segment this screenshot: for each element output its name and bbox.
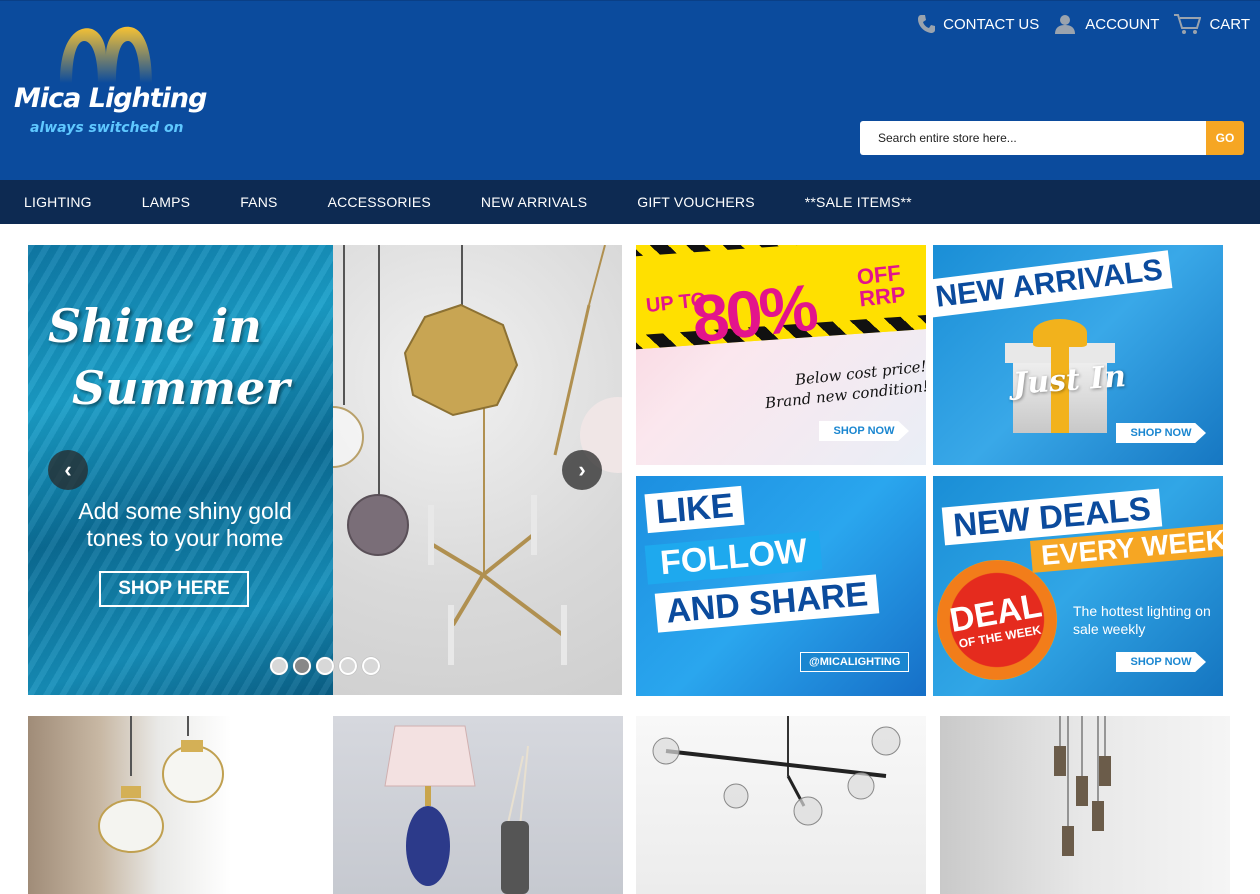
hero-title-line1: Shine in (48, 299, 262, 353)
nav-item-accessories[interactable]: ACCESSORIES (328, 194, 431, 210)
cart-link[interactable]: CART (1173, 13, 1250, 35)
hero-subtitle: Add some shiny gold tones to your home (78, 498, 292, 551)
pendant-lights-image (98, 716, 224, 853)
cart-icon (1174, 14, 1202, 34)
product-tile-pendant-wall[interactable] (28, 716, 318, 894)
search-input[interactable] (860, 121, 1206, 155)
contact-link[interactable]: CONTACT US (917, 14, 1039, 34)
hero-title-line2: Summer (72, 361, 290, 415)
new-arrivals-title: NEW ARRIVALS (933, 250, 1173, 318)
slider-dot[interactable] (270, 657, 288, 675)
nav-item-lamps[interactable]: LAMPS (142, 194, 190, 210)
search-button[interactable]: GO (1206, 121, 1244, 155)
promo-new-arrivals-tile[interactable]: NEW ARRIVALS Just In SHOP NOW (933, 245, 1223, 465)
slider-dot[interactable] (316, 657, 334, 675)
top-links: CONTACT US ACCOUNT CART (917, 13, 1250, 35)
site-header: Mica Lighting always switched on CONTACT… (0, 0, 1260, 180)
search-bar: GO (860, 121, 1244, 155)
brand-name: Mica Lighting (14, 83, 207, 114)
brand-tagline: always switched on (30, 120, 184, 136)
logo[interactable]: Mica Lighting always switched on (14, 25, 207, 145)
product-tile-cluster-pendants[interactable] (940, 716, 1230, 894)
promo-deals-tile[interactable]: NEW DEALS EVERY WEEK DEAL OF THE WEEK Th… (933, 476, 1223, 696)
hero-title: Shine in Summer (48, 295, 318, 419)
hero-slider[interactable]: Shine in Summer Add some shiny gold tone… (28, 245, 622, 695)
deals-shop-now-button[interactable]: SHOP NOW (1116, 652, 1206, 672)
chevron-left-icon: ‹ (64, 457, 72, 482)
slider-next-button[interactable]: › (562, 450, 602, 490)
social-like: LIKE (644, 485, 745, 534)
contact-label: CONTACT US (943, 15, 1040, 33)
promo-social-tile[interactable]: LIKE FOLLOW AND SHARE @MICALIGHTING (636, 476, 926, 696)
nav-item-fans[interactable]: FANS (240, 194, 277, 210)
promo-sale-tile[interactable]: UP TO 80% OFF RRP Below cost price! Bran… (636, 245, 926, 465)
account-link[interactable]: ACCOUNT (1053, 14, 1159, 34)
slider-prev-button[interactable]: ‹ (48, 450, 88, 490)
cart-label: CART (1209, 15, 1250, 33)
cluster-pendants-image (1054, 716, 1111, 856)
nav-item-gift-vouchers[interactable]: GIFT VOUCHERS (637, 194, 754, 210)
account-label: ACCOUNT (1085, 15, 1160, 33)
slider-dot[interactable] (362, 657, 380, 675)
sale-shop-now-button[interactable]: SHOP NOW (819, 421, 909, 441)
slider-dot-active[interactable] (293, 657, 311, 675)
product-tile-table-lamp[interactable] (333, 716, 623, 894)
social-share: AND SHARE (654, 574, 880, 633)
shop-here-button[interactable]: SHOP HERE (99, 571, 249, 607)
sale-off-rrp: OFF RRP (855, 260, 907, 312)
nav-item-lighting[interactable]: LIGHTING (24, 194, 92, 210)
sale-condition: Below cost price! Brand new condition! (764, 357, 926, 413)
deals-description: The hottest lighting on sale weekly (1073, 603, 1211, 637)
product-tile-chandelier[interactable] (636, 716, 926, 894)
user-icon (1055, 15, 1076, 34)
table-lamp-image (384, 725, 529, 894)
nav-item-new-arrivals[interactable]: NEW ARRIVALS (481, 194, 587, 210)
social-follow: FOLLOW (644, 530, 823, 585)
social-handle-badge[interactable]: @MICALIGHTING (800, 652, 910, 672)
chevron-right-icon: › (578, 457, 586, 482)
logo-mark-icon (60, 26, 152, 83)
arrivals-shop-now-button[interactable]: SHOP NOW (1116, 423, 1206, 443)
phone-icon (918, 15, 936, 33)
slider-dot[interactable] (339, 657, 357, 675)
main-nav: LIGHTING LAMPS FANS ACCESSORIES NEW ARRI… (0, 180, 1260, 224)
sale-percent: 80% (688, 269, 819, 357)
nav-item-sale-items[interactable]: **SALE ITEMS** (805, 194, 912, 210)
slider-dots (270, 657, 380, 675)
chandelier-image (652, 716, 901, 826)
